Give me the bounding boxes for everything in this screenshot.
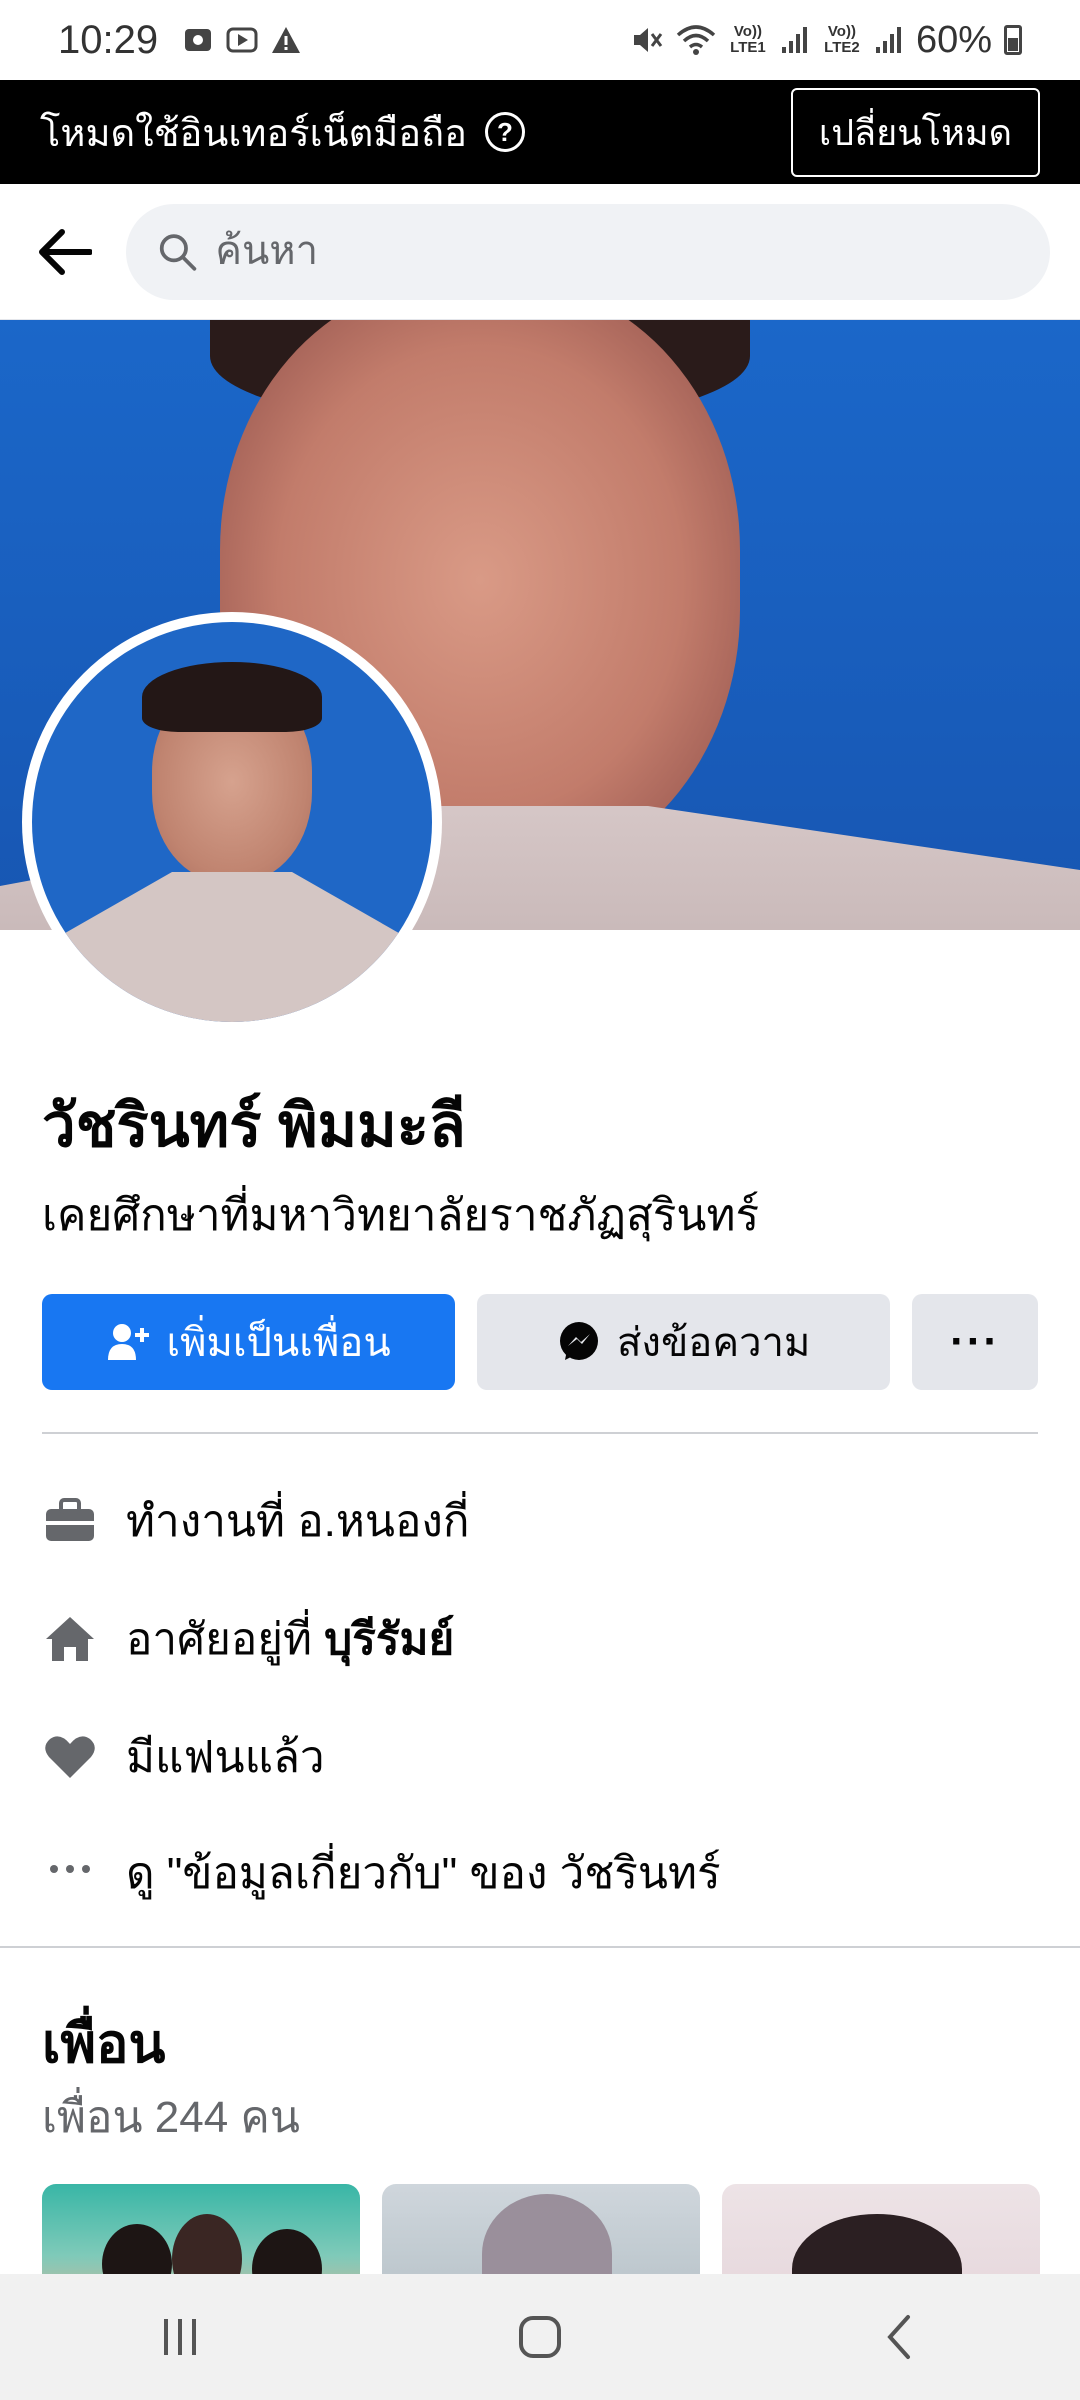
profile-name: วัชรินทร์ พิมมะลี <box>42 1092 466 1159</box>
video-notification-icon <box>226 27 258 53</box>
back-arrow-icon[interactable] <box>30 218 98 286</box>
profile-actions: เพิ่มเป็นเพื่อน ส่งข้อความ ··· <box>42 1294 1038 1390</box>
add-friend-button[interactable]: เพิ่มเป็นเพื่อน <box>42 1294 456 1390</box>
about-link-text: ดู "ข้อมูลเกี่ยวกับ" ของ วัชรินทร์ <box>126 1849 721 1898</box>
messenger-icon <box>557 1320 601 1364</box>
divider <box>42 1432 1038 1434</box>
friends-section-title[interactable]: เพื่อน <box>42 2000 165 2086</box>
profile-bio: เคยศึกษาที่มหาวิทยาลัยราชภัฏสุรินทร์ <box>42 1191 760 1240</box>
system-navigation-bar <box>0 2274 1080 2400</box>
friends-count: เพื่อน 244 คน <box>42 2093 300 2142</box>
message-label: ส่งข้อความ <box>617 1321 811 1365</box>
signal-icon <box>875 27 901 53</box>
more-options-button[interactable]: ··· <box>912 1294 1038 1390</box>
detail-about-link[interactable]: ดู "ข้อมูลเกี่ยวกับ" ของ วัชรินทร์ <box>42 1838 721 1908</box>
data-mode-banner: โหมดใช้อินเทอร์เน็ตมือถือ ? เปลี่ยนโหมด <box>0 80 1080 184</box>
help-icon[interactable]: ? <box>484 112 525 152</box>
profile-picture[interactable] <box>22 612 442 1032</box>
detail-lives: อาศัยอยู่ที่ บุรีรัมย์ <box>42 1604 454 1674</box>
status-icons: Vo)) LTE1 Vo)) LTE2 60% <box>630 19 1022 62</box>
avatar-shirt-shape <box>32 872 432 1022</box>
recent-apps-icon[interactable] <box>120 2297 240 2377</box>
section-separator <box>0 1946 1080 1948</box>
battery-percent: 60% <box>915 18 992 61</box>
signal-icon <box>781 27 807 53</box>
lte1-indicator: Vo)) LTE1 <box>730 23 766 56</box>
warning-icon <box>272 27 301 53</box>
status-bar: 10:29 Vo)) LTE1 Vo)) LTE2 60% <box>0 0 1080 80</box>
avatar-hair-shape <box>142 662 322 732</box>
heart-icon <box>42 1729 98 1785</box>
switch-mode-button[interactable]: เปลี่ยนโหมด <box>790 87 1040 177</box>
data-mode-text: โหมดใช้อินเทอร์เน็ตมือถือ <box>40 112 467 155</box>
home-icon <box>42 1611 98 1667</box>
add-friend-icon <box>106 1320 150 1364</box>
detail-work: ทำงานที่ อ.หนองกี่ <box>42 1486 470 1556</box>
briefcase-icon <box>42 1493 98 1549</box>
work-text: ทำงานที่ อ.หนองกี่ <box>126 1497 470 1546</box>
message-button[interactable]: ส่งข้อความ <box>477 1294 891 1390</box>
home-button-icon[interactable] <box>480 2297 600 2377</box>
battery-icon <box>1004 25 1022 55</box>
system-back-icon[interactable] <box>840 2297 960 2377</box>
search-bar[interactable] <box>126 203 1050 300</box>
profile-picture-image <box>32 622 432 1022</box>
relationship-text: มีแฟนแล้ว <box>126 1733 325 1782</box>
lives-prefix: อาศัยอยู่ที่ <box>126 1615 325 1664</box>
search-header <box>0 184 1080 320</box>
search-icon <box>159 233 197 271</box>
gallery-notification-icon <box>185 29 212 51</box>
more-dots-icon <box>42 1845 98 1901</box>
lte2-indicator: Vo)) LTE2 <box>824 23 860 56</box>
wifi-icon <box>676 25 716 55</box>
search-input[interactable] <box>215 229 1018 274</box>
add-friend-label: เพิ่มเป็นเพื่อน <box>166 1321 391 1365</box>
mute-icon <box>633 28 663 52</box>
lives-place-link[interactable]: บุรีรัมย์ <box>324 1604 454 1674</box>
status-time: 10:29 <box>58 17 159 62</box>
detail-relationship: มีแฟนแล้ว <box>42 1722 325 1792</box>
